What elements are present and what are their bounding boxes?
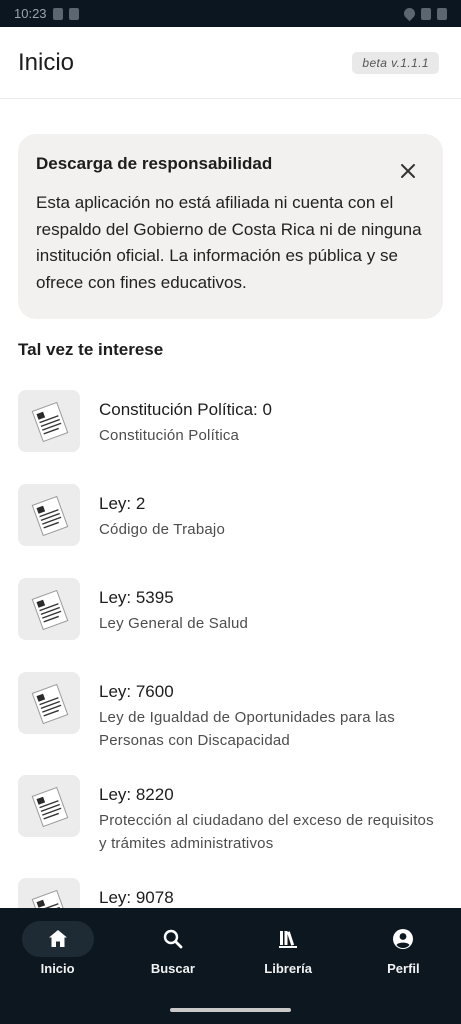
item-title: Ley: 9078 bbox=[99, 888, 174, 907]
item-title: Ley: 8220 bbox=[99, 785, 174, 804]
disclaimer-card: Descarga de responsabilidad Esta aplicac… bbox=[18, 134, 443, 319]
document-icon bbox=[18, 390, 80, 452]
disclaimer-text: Esta aplicación no está afiliada ni cuen… bbox=[36, 193, 422, 292]
document-icon bbox=[18, 672, 80, 734]
battery-icon bbox=[437, 7, 447, 20]
item-subtitle: Constitución Política bbox=[99, 427, 240, 444]
nav-active-indicator bbox=[21, 921, 94, 957]
signal-icon bbox=[421, 7, 431, 20]
disclaimer-title: Descarga de responsabilidad bbox=[36, 154, 273, 173]
nav-label: Inicio bbox=[40, 961, 75, 976]
nav-item-inicio[interactable]: Inicio bbox=[0, 908, 115, 996]
gesture-handle[interactable] bbox=[170, 1008, 291, 1012]
item-subtitle: Ley General de Salud bbox=[99, 615, 249, 632]
item-title: Constitución Política: 0 bbox=[99, 400, 272, 419]
item-subtitle: Protección al ciudadano del exceso de re… bbox=[99, 812, 434, 852]
page-title: Inicio bbox=[18, 49, 75, 76]
list-item[interactable]: Ley: 7600 Ley de Igualdad de Oportunidad… bbox=[0, 670, 461, 760]
bottom-navigation: Inicio Buscar Librería Perfil bbox=[0, 908, 461, 996]
status-bar: 10:23 bbox=[0, 0, 461, 27]
app-bar: Inicio beta v.1.1.1 bbox=[0, 27, 461, 99]
item-title: Ley: 5395 bbox=[99, 588, 174, 607]
list-item[interactable]: Ley: 8220 Protección al ciudadano del ex… bbox=[0, 773, 461, 863]
status-time: 10:23 bbox=[14, 6, 47, 21]
nav-label: Perfil bbox=[387, 961, 420, 976]
nav-item-perfil[interactable]: Perfil bbox=[346, 908, 461, 996]
item-subtitle: Código de Trabajo bbox=[99, 521, 225, 538]
document-icon bbox=[18, 484, 80, 546]
document-icon bbox=[18, 578, 80, 640]
home-icon bbox=[48, 930, 67, 947]
nav-label: Buscar bbox=[150, 961, 195, 976]
notification-icon bbox=[52, 7, 63, 20]
item-title: Ley: 2 bbox=[99, 494, 146, 513]
item-title: Ley: 7600 bbox=[99, 682, 174, 701]
law-list: Constitución Política: 0 Constitución Po… bbox=[0, 386, 461, 908]
version-badge: beta v.1.1.1 bbox=[352, 52, 439, 74]
nav-item-libreria[interactable]: Librería bbox=[231, 908, 346, 996]
document-icon bbox=[18, 878, 80, 908]
close-icon bbox=[401, 164, 415, 178]
list-item[interactable]: Ley: 5395 Ley General de Salud bbox=[0, 576, 461, 666]
notification-icon bbox=[68, 7, 79, 20]
library-icon bbox=[279, 931, 298, 948]
search-icon bbox=[163, 929, 183, 949]
list-item[interactable]: Ley: 9078 bbox=[0, 876, 461, 908]
close-disclaimer-button[interactable] bbox=[395, 158, 421, 184]
account-icon bbox=[393, 929, 414, 949]
section-title: Tal vez te interese bbox=[18, 340, 164, 359]
list-item[interactable]: Ley: 2 Código de Trabajo bbox=[0, 482, 461, 572]
gesture-area bbox=[0, 996, 461, 1024]
wifi-icon bbox=[401, 5, 418, 22]
item-subtitle: Ley de Igualdad de Oportunidades para la… bbox=[99, 709, 395, 749]
nav-item-buscar[interactable]: Buscar bbox=[115, 908, 230, 996]
list-item[interactable]: Constitución Política: 0 Constitución Po… bbox=[0, 388, 461, 478]
nav-label: Librería bbox=[264, 961, 312, 976]
document-icon bbox=[18, 775, 80, 837]
